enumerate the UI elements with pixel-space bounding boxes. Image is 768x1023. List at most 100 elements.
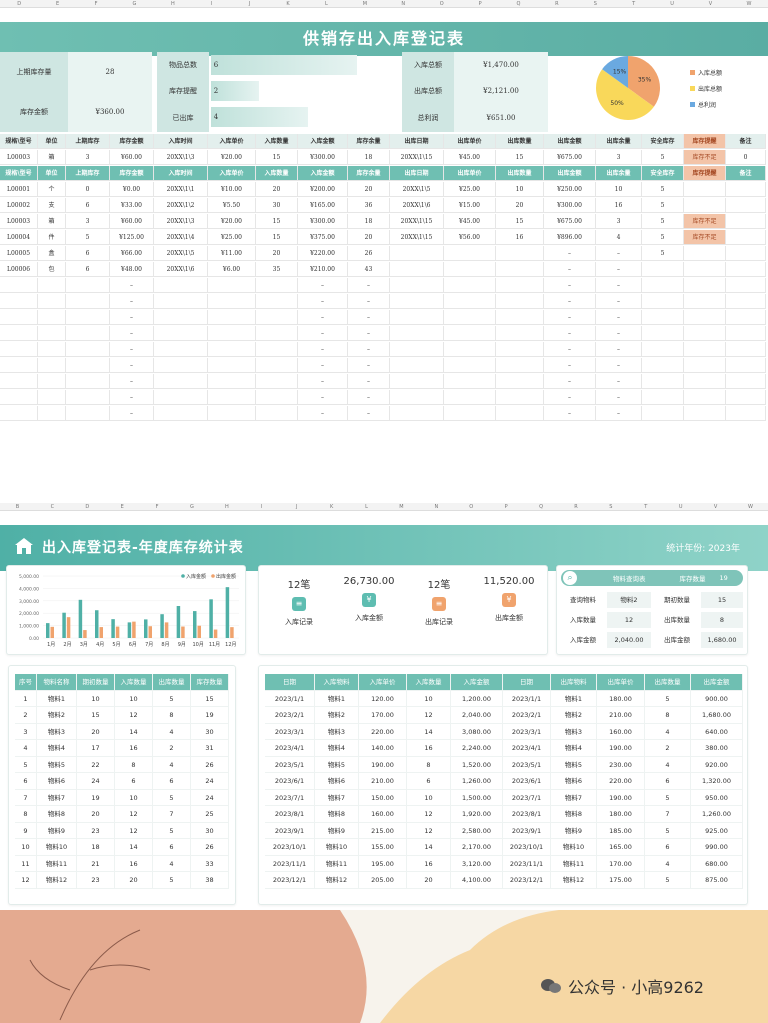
cell[interactable] [444, 246, 496, 261]
cell[interactable]: 14 [115, 839, 153, 856]
cell[interactable]: 900.00 [691, 690, 743, 707]
cell[interactable]: – [544, 358, 596, 373]
cell[interactable]: 20 [348, 182, 390, 197]
cell[interactable]: 物料8 [315, 806, 359, 823]
cell[interactable] [390, 342, 444, 357]
cell[interactable]: – [298, 374, 348, 389]
cell[interactable] [208, 326, 256, 341]
cell[interactable] [38, 358, 66, 373]
cell[interactable]: – [348, 326, 390, 341]
cell[interactable] [208, 406, 256, 421]
cell[interactable]: ¥6.00 [208, 262, 256, 277]
cell[interactable]: 2 [15, 707, 37, 724]
cell[interactable]: 180.00 [597, 806, 645, 823]
cell[interactable]: 20 [496, 198, 544, 213]
cell[interactable]: 9 [15, 822, 37, 839]
cell[interactable]: 物料4 [551, 740, 597, 757]
cell[interactable]: 单位 [38, 166, 66, 181]
cell[interactable]: 出库金额 [544, 134, 596, 149]
cell[interactable]: 物料9 [315, 822, 359, 839]
cell[interactable]: 物料2 [37, 707, 77, 724]
cell[interactable]: 3,120.00 [451, 855, 503, 872]
cell[interactable]: 库存不足 [684, 150, 726, 165]
cell[interactable]: 14 [407, 839, 451, 856]
cell[interactable] [154, 406, 208, 421]
cell[interactable]: 出库日期 [390, 166, 444, 181]
cell[interactable]: 3 [66, 214, 110, 229]
cell[interactable]: 220.00 [597, 773, 645, 790]
cell[interactable]: 1,260.00 [451, 773, 503, 790]
cell[interactable]: 15 [191, 690, 229, 707]
cell[interactable]: 20XX\1\2 [154, 198, 208, 213]
cell[interactable]: 2023/1/1 [265, 690, 315, 707]
cell[interactable]: 10 [407, 690, 451, 707]
cell[interactable]: 20 [256, 246, 298, 261]
cell[interactable] [256, 406, 298, 421]
cell[interactable]: 35 [256, 262, 298, 277]
cell[interactable]: 出库单价 [444, 134, 496, 149]
cell[interactable]: 出库数量 [496, 134, 544, 149]
cell[interactable]: 箱 [38, 150, 66, 165]
cell[interactable] [208, 342, 256, 357]
cell[interactable]: 2 [645, 740, 691, 757]
cell[interactable] [684, 294, 726, 309]
cell[interactable] [726, 326, 766, 341]
cell[interactable]: – [110, 278, 154, 293]
cell[interactable]: 入库时间 [154, 134, 208, 149]
cell[interactable]: 安全库存 [642, 134, 684, 149]
cell[interactable]: 入库金额 [298, 166, 348, 181]
cell[interactable]: 物料4 [315, 740, 359, 757]
cell[interactable]: 14 [407, 723, 451, 740]
cell[interactable]: 支 [38, 198, 66, 213]
cell[interactable] [726, 262, 766, 277]
cell[interactable]: 30 [191, 822, 229, 839]
cell[interactable]: 物料4 [37, 740, 77, 757]
cell[interactable]: 6 [15, 773, 37, 790]
cell[interactable] [66, 310, 110, 325]
cell[interactable] [684, 198, 726, 213]
cell[interactable]: 220.00 [359, 723, 407, 740]
cell[interactable]: ¥250.00 [544, 182, 596, 197]
cell[interactable] [256, 326, 298, 341]
cell[interactable]: 物料12 [37, 872, 77, 889]
cell[interactable] [390, 246, 444, 261]
cell[interactable]: – [348, 374, 390, 389]
cell[interactable]: 物料6 [551, 773, 597, 790]
cell[interactable]: 物料6 [37, 773, 77, 790]
cell[interactable] [0, 294, 38, 309]
cell[interactable]: 2,170.00 [451, 839, 503, 856]
cell[interactable]: 5 [645, 690, 691, 707]
cell[interactable]: 19 [191, 707, 229, 724]
cell[interactable] [642, 326, 684, 341]
cell[interactable]: – [348, 358, 390, 373]
cell[interactable] [496, 358, 544, 373]
cell[interactable]: 31 [191, 740, 229, 757]
cell[interactable]: 2023/10/1 [503, 839, 551, 856]
cell[interactable]: – [298, 342, 348, 357]
cell[interactable]: 入库单价 [208, 166, 256, 181]
cell[interactable]: 2023/12/1 [503, 872, 551, 889]
cell[interactable]: ¥33.00 [110, 198, 154, 213]
cell[interactable]: – [544, 406, 596, 421]
cell[interactable] [642, 358, 684, 373]
cell[interactable]: 库存金额 [110, 166, 154, 181]
cell[interactable]: ¥125.00 [110, 230, 154, 245]
cell[interactable]: 2,580.00 [451, 822, 503, 839]
cell[interactable]: 上期库存 [66, 166, 110, 181]
cell[interactable]: – [596, 358, 642, 373]
cell[interactable]: 入库金额 [298, 134, 348, 149]
cell[interactable]: 36 [348, 198, 390, 213]
cell[interactable] [684, 406, 726, 421]
cell[interactable]: 10 [115, 789, 153, 806]
cell[interactable]: 2023/6/1 [503, 773, 551, 790]
cell[interactable] [154, 310, 208, 325]
cell[interactable]: – [596, 310, 642, 325]
cell[interactable]: 物料10 [315, 839, 359, 856]
cell[interactable]: 入库数量 [256, 166, 298, 181]
cell[interactable]: 2023/3/1 [265, 723, 315, 740]
cell[interactable] [154, 342, 208, 357]
cell[interactable]: 43 [348, 262, 390, 277]
cell[interactable]: – [348, 294, 390, 309]
cell[interactable]: 库存提醒 [684, 166, 726, 181]
cell[interactable] [154, 326, 208, 341]
